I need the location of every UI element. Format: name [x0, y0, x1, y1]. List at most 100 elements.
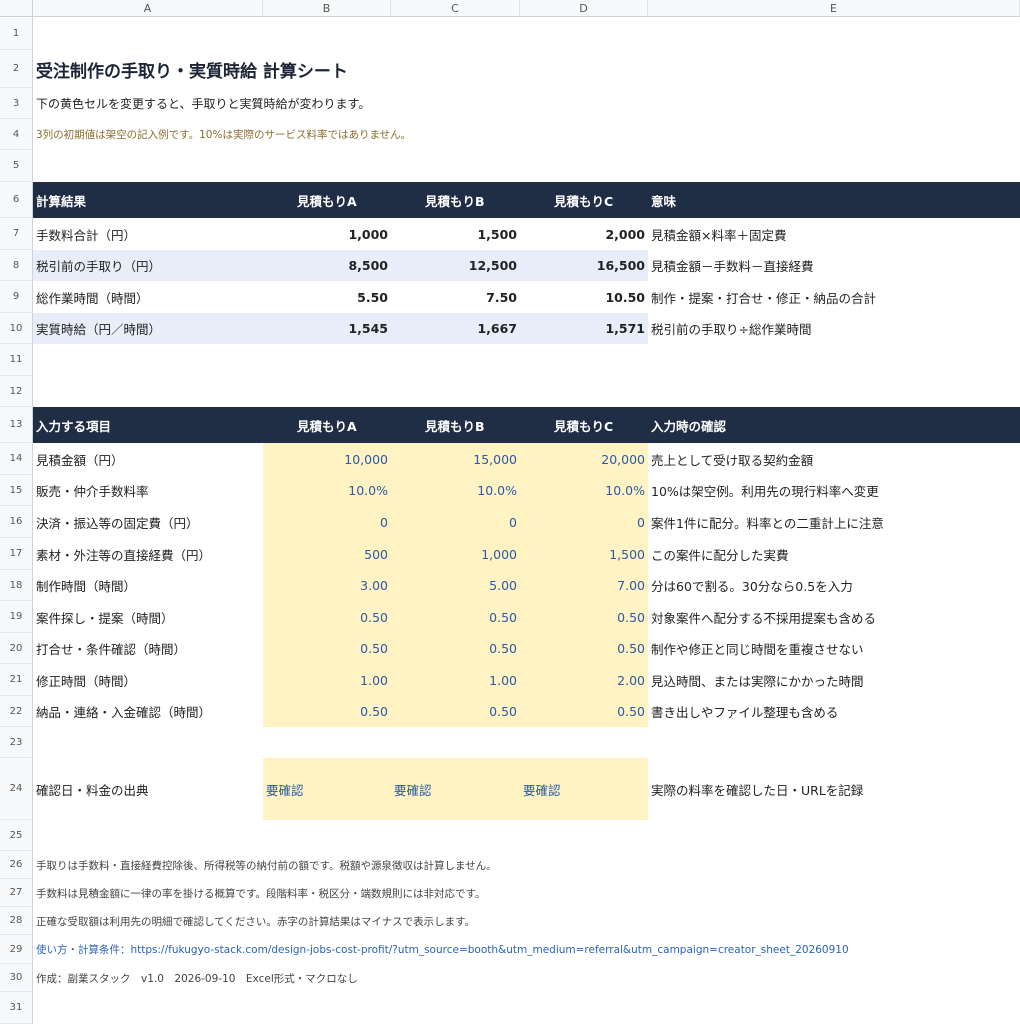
row-header-25[interactable]: 25 — [0, 820, 33, 851]
result-value-c[interactable]: 2,000 — [520, 218, 648, 250]
input-label[interactable]: 決済・振込等の固定費（円） — [33, 506, 263, 538]
input-cell-b[interactable]: 10.0% — [391, 475, 520, 506]
sample-note[interactable]: 3列の初期値は架空の記入例です。10%は実際のサービス料率ではありません。 — [33, 119, 411, 150]
result-value-c[interactable]: 10.50 — [520, 281, 648, 313]
inputs-header-b[interactable]: 見積もりB — [391, 407, 520, 443]
row-header-18[interactable]: 18 — [0, 570, 33, 601]
row-header-5[interactable]: 5 — [0, 150, 33, 182]
input-cell-c[interactable]: 2.00 — [520, 664, 648, 696]
result-label[interactable]: 総作業時間（時間） — [33, 281, 263, 313]
row-header-26[interactable]: 26 — [0, 851, 33, 879]
footnote[interactable]: 正確な受取額は利用先の明細で確認してください。赤字の計算結果はマイナスで表示しま… — [33, 907, 475, 935]
input-cell-b[interactable]: 1,000 — [391, 538, 520, 570]
row-header-8[interactable]: 8 — [0, 250, 33, 281]
input-label[interactable]: 修正時間（時間） — [33, 664, 263, 696]
input-cell-b[interactable]: 1.00 — [391, 664, 520, 696]
input-cell-b[interactable]: 0.50 — [391, 601, 520, 633]
input-cell-b[interactable]: 15,000 — [391, 443, 520, 475]
row-header-10[interactable]: 10 — [0, 313, 33, 344]
input-cell-c[interactable]: 7.00 — [520, 570, 648, 601]
source-cell-b[interactable]: 要確認 — [391, 758, 520, 820]
result-value-b[interactable]: 1,500 — [391, 218, 520, 250]
input-cell-a[interactable]: 0.50 — [263, 601, 391, 633]
result-value-a[interactable]: 5.50 — [263, 281, 391, 313]
usage-link[interactable]: 使い方・計算条件：https://fukugyo-stack.com/desig… — [33, 935, 849, 964]
input-cell-c[interactable]: 10.0% — [520, 475, 648, 506]
input-check[interactable]: 案件1件に配分。料率との二重計上に注意 — [648, 506, 1020, 538]
row-header-21[interactable]: 21 — [0, 664, 33, 696]
row-header-24[interactable]: 24 — [0, 758, 33, 820]
input-check[interactable]: 売上として受け取る契約金額 — [648, 443, 1020, 475]
column-header-d[interactable]: D — [520, 0, 648, 17]
result-value-b[interactable]: 12,500 — [391, 250, 520, 281]
row-header-22[interactable]: 22 — [0, 696, 33, 727]
row-header-30[interactable]: 30 — [0, 964, 33, 992]
input-cell-a[interactable]: 0.50 — [263, 696, 391, 727]
row-header-1[interactable]: 1 — [0, 17, 33, 50]
column-header-c[interactable]: C — [391, 0, 520, 17]
result-meaning[interactable]: 見積金額－手数料－直接経費 — [648, 250, 1020, 281]
input-cell-a[interactable]: 0.50 — [263, 633, 391, 664]
input-cell-c[interactable]: 0.50 — [520, 601, 648, 633]
input-label[interactable]: 打合せ・条件確認（時間） — [33, 633, 263, 664]
column-header-e[interactable]: E — [648, 0, 1020, 17]
input-cell-c[interactable]: 0.50 — [520, 696, 648, 727]
result-label[interactable]: 税引前の手取り（円） — [33, 250, 263, 281]
row-header-14[interactable]: 14 — [0, 443, 33, 475]
row-header-20[interactable]: 20 — [0, 633, 33, 664]
result-label[interactable]: 手数料合計（円） — [33, 218, 263, 250]
input-cell-a[interactable]: 500 — [263, 538, 391, 570]
row-header-19[interactable]: 19 — [0, 601, 33, 633]
input-cell-b[interactable]: 0 — [391, 506, 520, 538]
result-value-c[interactable]: 1,571 — [520, 313, 648, 344]
input-check[interactable]: この案件に配分した実費 — [648, 538, 1020, 570]
source-label[interactable]: 確認日・料金の出典 — [33, 758, 263, 820]
row-header-29[interactable]: 29 — [0, 935, 33, 964]
input-label[interactable]: 素材・外注等の直接経費（円） — [33, 538, 263, 570]
row-header-31[interactable]: 31 — [0, 992, 33, 1024]
result-value-a[interactable]: 1,545 — [263, 313, 391, 344]
credit-text[interactable]: 作成：副業スタック v1.0 2026-09-10 Excel形式・マクロなし — [33, 964, 358, 992]
row-header-9[interactable]: 9 — [0, 281, 33, 313]
input-cell-b[interactable]: 0.50 — [391, 633, 520, 664]
input-cell-a[interactable]: 0 — [263, 506, 391, 538]
result-value-a[interactable]: 1,000 — [263, 218, 391, 250]
input-cell-b[interactable]: 0.50 — [391, 696, 520, 727]
result-value-b[interactable]: 7.50 — [391, 281, 520, 313]
page-title[interactable]: 受注制作の手取り・実質時給 計算シート — [33, 50, 348, 88]
result-label[interactable]: 実質時給（円／時間） — [33, 313, 263, 344]
source-cell-c[interactable]: 要確認 — [520, 758, 648, 820]
results-header-meaning[interactable]: 意味 — [648, 182, 1020, 218]
row-header-11[interactable]: 11 — [0, 344, 33, 376]
input-cell-b[interactable]: 5.00 — [391, 570, 520, 601]
result-meaning[interactable]: 見積金額×料率＋固定費 — [648, 218, 1020, 250]
row-header-7[interactable]: 7 — [0, 218, 33, 250]
row-header-13[interactable]: 13 — [0, 407, 33, 443]
result-meaning[interactable]: 制作・提案・打合せ・修正・納品の合計 — [648, 281, 1020, 313]
input-check[interactable]: 10%は架空例。利用先の現行料率へ変更 — [648, 475, 1020, 506]
input-cell-a[interactable]: 3.00 — [263, 570, 391, 601]
input-label[interactable]: 案件探し・提案（時間） — [33, 601, 263, 633]
row-header-17[interactable]: 17 — [0, 538, 33, 570]
row-header-4[interactable]: 4 — [0, 119, 33, 150]
row-header-28[interactable]: 28 — [0, 907, 33, 935]
input-label[interactable]: 見積金額（円） — [33, 443, 263, 475]
input-check[interactable]: 書き出しやファイル整理も含める — [648, 696, 1020, 727]
row-header-3[interactable]: 3 — [0, 88, 33, 119]
input-check[interactable]: 制作や修正と同じ時間を重複させない — [648, 633, 1020, 664]
inputs-header-check[interactable]: 入力時の確認 — [648, 407, 1020, 443]
input-check[interactable]: 分は60で割る。30分なら0.5を入力 — [648, 570, 1020, 601]
inputs-header-label[interactable]: 入力する項目 — [33, 407, 263, 443]
result-meaning[interactable]: 税引前の手取り÷総作業時間 — [648, 313, 1020, 344]
source-cell-a[interactable]: 要確認 — [263, 758, 391, 820]
input-label[interactable]: 納品・連絡・入金確認（時間） — [33, 696, 263, 727]
row-header-27[interactable]: 27 — [0, 879, 33, 907]
results-header-c[interactable]: 見積もりC — [520, 182, 648, 218]
results-header-label[interactable]: 計算結果 — [33, 182, 263, 218]
source-check[interactable]: 実際の料率を確認した日・URLを記録 — [648, 758, 1020, 820]
input-label[interactable]: 制作時間（時間） — [33, 570, 263, 601]
row-header-12[interactable]: 12 — [0, 376, 33, 407]
input-label[interactable]: 販売・仲介手数料率 — [33, 475, 263, 506]
row-header-15[interactable]: 15 — [0, 475, 33, 506]
input-check[interactable]: 対象案件へ配分する不採用提案も含める — [648, 601, 1020, 633]
